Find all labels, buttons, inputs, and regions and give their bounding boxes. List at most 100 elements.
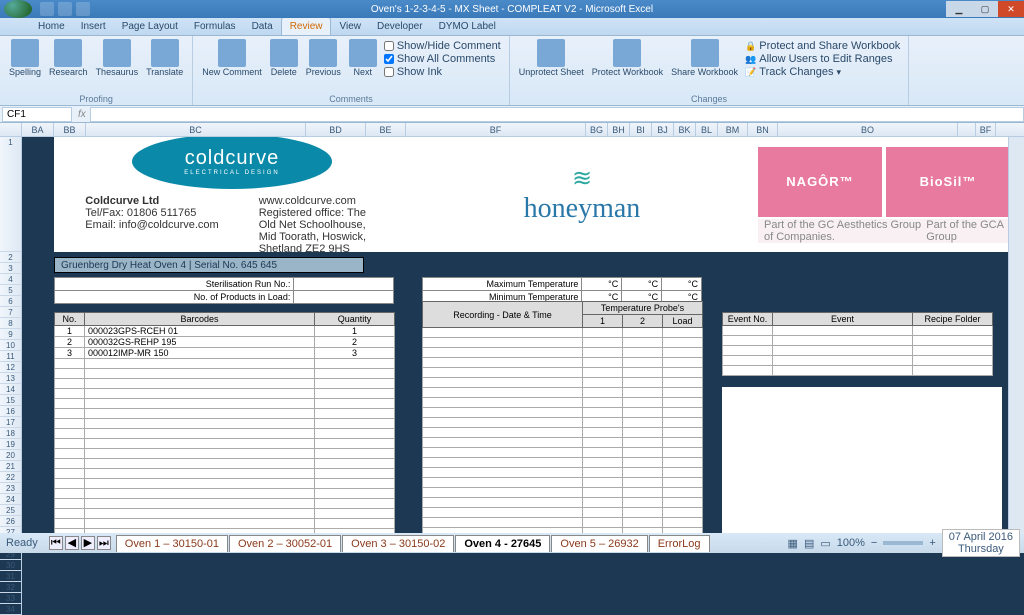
recording-table[interactable]: Recording - Date & TimeTemperature Probe… [422,301,703,533]
row-header-12[interactable]: 12 [0,362,22,373]
office-orb[interactable] [4,0,32,18]
protect-share-workbook[interactable]: 🔒 Protect and Share Workbook [745,40,900,52]
thesaurus-button[interactable]: Thesaurus [93,38,142,79]
row-header-4[interactable]: 4 [0,274,22,285]
max-temp-1[interactable]: °C [582,278,622,291]
row-header-10[interactable]: 10 [0,340,22,351]
name-box[interactable]: CF1 [2,107,72,122]
col-header-BH[interactable]: BH [608,123,630,136]
row-header-20[interactable]: 20 [0,450,22,461]
row-header-21[interactable]: 21 [0,461,22,472]
col-header-BF[interactable]: BF [976,123,996,136]
col-header-BF[interactable]: BF [406,123,586,136]
qat-redo-icon[interactable] [76,2,90,16]
allow-edit-ranges[interactable]: 👥 Allow Users to Edit Ranges [745,53,900,65]
row-header-32[interactable]: 32 [0,582,22,593]
col-header-BL[interactable]: BL [696,123,718,136]
row-header-34[interactable]: 34 [0,604,22,615]
zoom-out[interactable]: − [871,537,877,549]
ribbon-tab-data[interactable]: Data [244,18,281,35]
row-header-24[interactable]: 24 [0,494,22,505]
row-header-26[interactable]: 26 [0,516,22,527]
col-header-BC[interactable]: BC [86,123,306,136]
max-temp-3[interactable]: °C [662,278,702,291]
row-header-2[interactable]: 2 [0,252,22,263]
sheet-tab-2[interactable]: Oven 3 – 30150-02 [342,535,454,552]
col-header-BJ[interactable]: BJ [652,123,674,136]
qat-save-icon[interactable] [40,2,54,16]
row-header-6[interactable]: 6 [0,296,22,307]
next-comment-button[interactable]: Next [346,38,380,80]
row-header-16[interactable]: 16 [0,406,22,417]
col-header-BM[interactable]: BM [718,123,748,136]
ribbon-tab-dymo-label[interactable]: DYMO Label [431,18,504,35]
ribbon-tab-home[interactable]: Home [30,18,73,35]
track-changes[interactable]: 📝 Track Changes ▾ [745,66,900,78]
sheet-tab-4[interactable]: Oven 5 – 26932 [551,535,647,552]
sheet-tab-0[interactable]: Oven 1 – 30150-01 [116,535,228,552]
vertical-scrollbar[interactable] [1008,137,1024,533]
col-header-BA[interactable]: BA [22,123,54,136]
ribbon-tab-formulas[interactable]: Formulas [186,18,244,35]
row-header-13[interactable]: 13 [0,373,22,384]
new-comment-button[interactable]: New Comment [199,38,265,80]
row-header-30[interactable]: 30 [0,560,22,571]
col-header-BB[interactable]: BB [54,123,86,136]
qat-undo-icon[interactable] [58,2,72,16]
spelling-button[interactable]: Spelling [6,38,44,79]
row-header-23[interactable]: 23 [0,483,22,494]
row-header-19[interactable]: 19 [0,439,22,450]
col-header-BN[interactable]: BN [748,123,778,136]
sheet-tab-5[interactable]: ErrorLog [649,535,710,552]
zoom-level[interactable]: 100% [837,537,865,549]
ribbon-tab-page-layout[interactable]: Page Layout [114,18,186,35]
sheet-nav-last[interactable]: ⏭ [97,536,111,550]
ribbon-tab-insert[interactable]: Insert [73,18,114,35]
col-header-BK[interactable]: BK [674,123,696,136]
row-header-14[interactable]: 14 [0,384,22,395]
row-header-8[interactable]: 8 [0,318,22,329]
select-all-corner[interactable] [0,123,22,136]
row-header-17[interactable]: 17 [0,417,22,428]
formula-input[interactable] [90,107,1024,122]
col-header-[interactable] [958,123,976,136]
max-temp-2[interactable]: °C [622,278,662,291]
ribbon-tab-developer[interactable]: Developer [369,18,431,35]
share-workbook-button[interactable]: Share Workbook [668,38,741,80]
row-header-3[interactable]: 3 [0,263,22,274]
delete-comment-button[interactable]: Delete [267,38,301,80]
row-header-1[interactable]: 1 [0,137,22,252]
barcode-table[interactable]: No.BarcodesQuantity1000023GPS-RCEH 01120… [54,312,395,533]
row-header-18[interactable]: 18 [0,428,22,439]
previous-comment-button[interactable]: Previous [303,38,344,80]
ribbon-tab-review[interactable]: Review [281,17,332,35]
show-ink[interactable]: Show Ink [384,66,501,78]
showall-comments[interactable]: Show All Comments [384,53,501,65]
row-header-33[interactable]: 33 [0,593,22,604]
view-pagebreak-icon[interactable]: ▭ [820,537,830,550]
products-value[interactable] [294,291,394,304]
row-header-9[interactable]: 9 [0,329,22,340]
sheet-nav-next[interactable]: ▶ [81,536,95,550]
view-normal-icon[interactable]: ▦ [788,537,798,550]
maximize-button[interactable]: ▢ [972,1,998,17]
col-header-BD[interactable]: BD [306,123,366,136]
sheet-canvas[interactable]: coldcurve ELECTRICAL DESIGN Coldcurve Lt… [22,137,1024,533]
sheet-nav-first[interactable]: ⏮ [49,536,63,550]
minimize-button[interactable]: ▁ [946,1,972,17]
row-header-25[interactable]: 25 [0,505,22,516]
zoom-in[interactable]: + [929,537,935,549]
close-button[interactable]: ✕ [998,1,1024,17]
fx-icon[interactable]: fx [74,109,90,120]
event-table[interactable]: Event No.EventRecipe Folder [722,312,993,376]
unprotect-sheet-button[interactable]: Unprotect Sheet [516,38,587,80]
translate-button[interactable]: Translate [143,38,186,79]
row-header-22[interactable]: 22 [0,472,22,483]
row-header-31[interactable]: 31 [0,571,22,582]
zoom-slider[interactable] [883,541,923,545]
sheet-tab-1[interactable]: Oven 2 – 30052-01 [229,535,341,552]
row-header-11[interactable]: 11 [0,351,22,362]
col-header-BO[interactable]: BO [778,123,958,136]
sheet-nav-prev[interactable]: ◀ [65,536,79,550]
row-header-15[interactable]: 15 [0,395,22,406]
